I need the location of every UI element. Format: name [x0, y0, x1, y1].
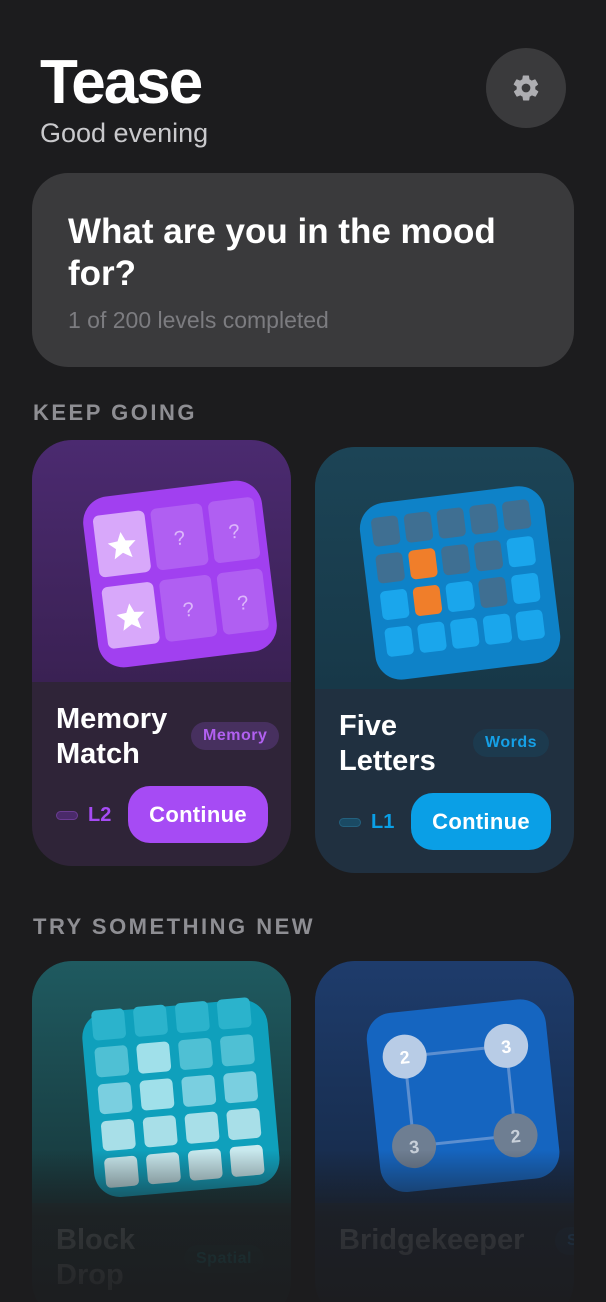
letter-tile [515, 609, 545, 641]
level-progress-bar [339, 818, 361, 827]
block-tile [216, 997, 252, 1030]
letter-tile [441, 544, 471, 576]
block-tile [97, 1082, 133, 1115]
block-tile [142, 1115, 178, 1148]
card-info: Five Letters Words L1 Continue [315, 687, 574, 873]
block-tile [178, 1037, 213, 1070]
level-label: L2 [88, 804, 112, 826]
category-tag: S [555, 1227, 574, 1255]
game-card-bridgekeeper[interactable]: 2 3 3 2 Bridgekeeper S [315, 961, 574, 1302]
game-card-block-drop[interactable]: Block Drop Spatial [32, 961, 291, 1302]
card-info: Block Drop Spatial [32, 1201, 291, 1302]
block-tile [94, 1045, 130, 1078]
block-tile [91, 1008, 126, 1041]
category-tag: Spatial [184, 1245, 264, 1273]
card-info: Memory Match Memory L2 Continue [32, 680, 291, 866]
letter-tile [375, 552, 405, 584]
island-count: 2 [510, 1126, 522, 1147]
game-name: Memory Match [56, 703, 168, 770]
block-tile [223, 1071, 258, 1104]
letter-tile [445, 581, 475, 612]
block-tile [184, 1111, 220, 1144]
letter-tile [469, 503, 499, 535]
levels-progress-text: 1 of 200 levels completed [68, 307, 329, 333]
block-tile [220, 1034, 255, 1067]
card-info: Bridgekeeper S [315, 1201, 574, 1302]
continue-button[interactable]: Continue [128, 786, 268, 843]
bridgekeeper-artwork: 2 3 3 2 [315, 961, 574, 1203]
block-tile [146, 1152, 181, 1185]
letter-tile [380, 589, 410, 620]
category-tag: Memory [191, 722, 280, 750]
letter-tile [412, 585, 443, 616]
level-indicator: L1 [339, 811, 394, 834]
letter-tile [450, 617, 480, 649]
settings-button[interactable] [486, 48, 566, 128]
category-tag: Words [473, 729, 549, 757]
letter-tile [511, 572, 541, 604]
mood-card: What are you in the mood for? 1 of 200 l… [32, 173, 574, 367]
game-name: Block Drop [56, 1224, 135, 1291]
block-tile [104, 1155, 139, 1188]
app-title: Tease [40, 48, 203, 117]
section-keep-going: KEEP GOING [33, 400, 197, 425]
letter-tile [473, 540, 504, 572]
block-tile [139, 1078, 175, 1111]
level-indicator: L2 [56, 804, 111, 827]
block-tile [181, 1074, 217, 1107]
island-count: 3 [408, 1137, 420, 1158]
block-tile [133, 1004, 168, 1037]
greeting: Good evening [40, 118, 209, 148]
letter-tile [384, 625, 414, 657]
letter-tile [506, 536, 536, 568]
letter-tile [478, 576, 508, 608]
gear-icon [513, 75, 539, 101]
section-try-something-new: TRY SOMETHING NEW [33, 914, 316, 939]
continue-button[interactable]: Continue [411, 793, 551, 850]
block-tile [136, 1041, 172, 1074]
five-letters-artwork [315, 447, 574, 689]
island-count: 3 [500, 1036, 512, 1057]
letter-tile [417, 621, 447, 653]
memory-match-artwork: ? ? ? ? [32, 440, 291, 682]
block-drop-artwork [32, 961, 291, 1203]
island-count: 2 [399, 1047, 411, 1068]
block-tile [229, 1144, 265, 1177]
block-tile [187, 1148, 223, 1181]
game-name: Bridgekeeper [339, 1224, 525, 1256]
block-tile [226, 1108, 262, 1140]
block-tile [101, 1119, 136, 1151]
letter-tile [371, 515, 401, 547]
letter-tile [408, 548, 438, 580]
letter-tile [482, 613, 513, 645]
letter-tile [403, 511, 434, 543]
game-name: Five Letters [339, 710, 436, 777]
level-progress-bar [56, 811, 78, 820]
block-tile [175, 1001, 210, 1034]
level-label: L1 [371, 811, 395, 833]
game-card-five-letters[interactable]: Five Letters Words L1 Continue [315, 447, 574, 873]
mood-title: What are you in the mood for? [68, 212, 496, 293]
game-card-memory-match[interactable]: ? ? ? ? Memory Match Memory L2 Continue [32, 440, 291, 866]
header: Tease Good evening [40, 50, 208, 149]
letter-tile [436, 507, 466, 539]
letter-tile [502, 499, 532, 531]
